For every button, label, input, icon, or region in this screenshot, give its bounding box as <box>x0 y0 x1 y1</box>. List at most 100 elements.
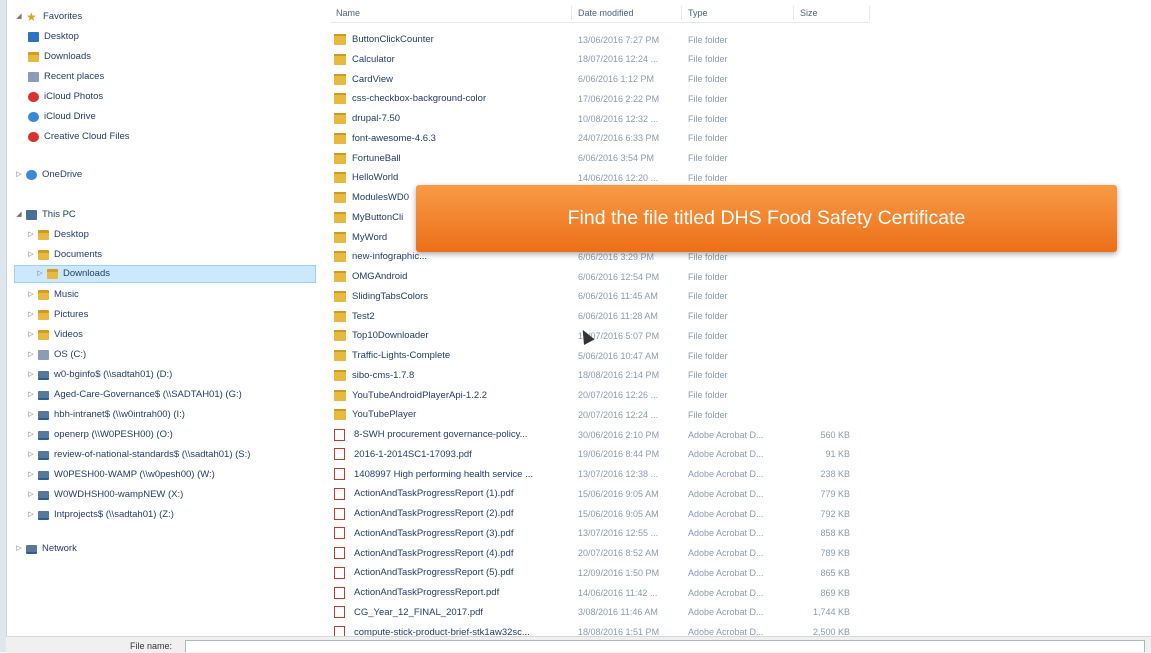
expand-arrow-icon[interactable]: ▷ <box>26 406 36 424</box>
file-row[interactable]: sibo-cms-1.7.8 18/08/2016 2:14 PM File fol… <box>330 366 870 385</box>
nav-pc-documents[interactable]: ▷ Documents <box>26 246 102 264</box>
expand-arrow-icon[interactable]: ▷ <box>26 466 36 484</box>
expand-arrow-icon[interactable]: ▷ <box>26 326 36 344</box>
file-name-cell: font-awesome-4.6.3 <box>334 132 572 144</box>
file-row[interactable]: ActionAndTaskProgressReport (2).pdf 15/06… <box>330 504 870 523</box>
nav-pc-drive-o[interactable]: ▷ openerp (\\W0PESH00) (O:) <box>26 426 173 444</box>
nav-pc-desktop[interactable]: ▷ Desktop <box>26 226 89 244</box>
expand-arrow-icon[interactable]: ◢ <box>14 8 24 26</box>
nav-pc-drive-s[interactable]: ▷ review-of-national-standards$ (\\sadtah… <box>26 446 250 464</box>
nav-fav-desktop[interactable]: Desktop <box>26 28 79 46</box>
file-name-text: Test2 <box>352 310 375 322</box>
nav-pc-drive-i[interactable]: ▷ hbh-intranet$ (\\w0intrah00) (I:) <box>26 406 185 424</box>
nav-pc-drive-w[interactable]: ▷ W0PESH00-WAMP (\\w0pesh00) (W:) <box>26 466 215 484</box>
nav-label: Pictures <box>54 309 89 320</box>
nav-pc-downloads[interactable]: ▷ Downloads <box>14 265 316 283</box>
file-name-text: YouTubeAndroidPlayerApi-1.2.2 <box>352 389 488 401</box>
expand-arrow-icon[interactable]: ▷ <box>26 486 36 504</box>
file-row[interactable]: OMGAndroid 6/06/2016 12:54 PM File folder <box>330 267 870 286</box>
file-row[interactable]: 1408997 High performing health service .… <box>330 465 870 484</box>
file-row[interactable]: FortuneBall 6/06/2016 3:54 PM File folder <box>330 149 870 168</box>
network-drive-icon <box>38 470 49 480</box>
column-header-name[interactable]: Name <box>330 6 572 20</box>
file-row[interactable]: ActionAndTaskProgressReport (5).pdf 12/09… <box>330 563 870 582</box>
expand-arrow-icon[interactable]: ▷ <box>26 286 36 304</box>
file-row[interactable]: ButtonClickCounter 13/06/2016 7:27 PM File… <box>330 30 870 49</box>
nav-pc-drive-g[interactable]: ▷ Aged-Care-Governance$ (\\SADTAH01) (G:) <box>26 386 241 404</box>
file-row[interactable]: ActionAndTaskProgressReport (4).pdf 20/07… <box>330 544 870 563</box>
column-header-size[interactable]: Size <box>794 6 870 20</box>
expand-arrow-icon[interactable]: ▷ <box>26 366 36 384</box>
column-header-type[interactable]: Type <box>682 6 794 20</box>
expand-arrow-icon[interactable]: ▷ <box>26 446 36 464</box>
file-row[interactable]: Calculator 18/07/2016 12:24 ... File folde… <box>330 50 870 69</box>
file-name-label: File name: <box>130 641 173 651</box>
nav-network[interactable]: ▷ Network <box>14 540 77 558</box>
nav-fav-creative-cloud[interactable]: Creative Cloud Files <box>26 128 130 146</box>
expand-arrow-icon[interactable]: ▷ <box>26 226 36 244</box>
nav-pc-pictures[interactable]: ▷ Pictures <box>26 306 88 324</box>
file-date-cell: 14/06/2016 12:20 ... <box>578 172 659 183</box>
nav-favorites[interactable]: ◢ ★ Favorites <box>14 8 82 26</box>
file-row[interactable]: 2016-1-2014SC1-17093.pdf 19/06/2016 8:44 … <box>330 445 870 464</box>
file-row[interactable]: Traffic-Lights-Complete 5/06/2016 10:47 A… <box>330 346 870 365</box>
file-type-cell: File folder <box>688 251 728 262</box>
expand-arrow-icon[interactable]: ▷ <box>14 540 24 558</box>
pdf-file-icon <box>334 586 345 599</box>
file-name-cell: ButtonClickCounter <box>334 34 572 45</box>
file-row[interactable]: CardView 6/06/2016 1:12 PM File folder <box>330 70 870 89</box>
file-type-cell: File folder <box>688 370 728 381</box>
expand-arrow-icon[interactable]: ◢ <box>14 206 24 224</box>
nav-pc-drive-c[interactable]: ▷ OS (C:) <box>26 346 86 364</box>
file-name-cell: YouTubeAndroidPlayerApi-1.2.2 <box>334 389 572 401</box>
column-header-date[interactable]: Date modified <box>572 6 682 20</box>
file-row[interactable]: YouTubePlayer 20/07/2016 12:24 ... File fo… <box>330 405 870 424</box>
file-date-cell: 10/08/2016 12:32 ... <box>578 113 659 124</box>
file-name-input[interactable] <box>185 640 1145 652</box>
nav-label: Downloads <box>63 268 110 279</box>
file-row[interactable]: Top10Downloader 16/07/2016 5:07 PM File fo… <box>330 326 870 345</box>
expand-arrow-icon[interactable]: ▷ <box>26 386 36 404</box>
file-row[interactable]: font-awesome-4.6.3 24/07/2016 6:33 PM File… <box>330 129 870 148</box>
nav-label: Videos <box>54 329 83 340</box>
file-row[interactable]: CG_Year_12_FINAL_2017.pdf 3/08/2016 11:46… <box>330 603 870 622</box>
nav-pc-videos[interactable]: ▷ Videos <box>26 326 83 344</box>
nav-pc-drive-d[interactable]: ▷ w0-bginfo$ (\\sadtah01) (D:) <box>26 366 172 384</box>
nav-pc-music[interactable]: ▷ Music <box>26 286 79 304</box>
folder-icon <box>334 73 346 85</box>
folder-icon <box>334 93 346 105</box>
file-type-cell: Adobe Acrobat D... <box>688 607 764 618</box>
file-row[interactable]: css-checkbox-background-color 17/06/2016 … <box>330 89 870 108</box>
nav-fav-icloud-drive[interactable]: iCloud Drive <box>26 108 96 126</box>
nav-onedrive[interactable]: ▷ OneDrive <box>14 166 82 184</box>
file-row[interactable]: 8-SWH procurement governance-policy... 30… <box>330 425 870 444</box>
expand-arrow-icon[interactable]: ▷ <box>14 166 24 184</box>
file-row[interactable]: Test2 6/06/2016 11:28 AM File folder <box>330 307 870 326</box>
nav-pc-drive-z[interactable]: ▷ Intprojects$ (\\sadtah01) (Z:) <box>26 506 174 524</box>
nav-pc-drive-x[interactable]: ▷ W0WDHSH00-wampNEW (X:) <box>26 486 183 504</box>
folder-icon <box>334 152 346 164</box>
file-name-cell: Calculator <box>334 53 572 65</box>
nav-this-pc[interactable]: ◢ This PC <box>14 206 76 224</box>
nav-fav-recent[interactable]: Recent places <box>26 68 104 86</box>
file-date-cell: 6/06/2016 11:28 AM <box>578 311 658 321</box>
nav-label: iCloud Photos <box>44 91 104 102</box>
nav-fav-downloads[interactable]: Downloads <box>26 48 91 66</box>
expand-arrow-icon[interactable]: ▷ <box>26 246 36 264</box>
nav-label: Desktop <box>44 31 79 42</box>
expand-arrow-icon[interactable]: ▷ <box>26 306 36 324</box>
expand-arrow-icon[interactable]: ▷ <box>26 426 36 444</box>
file-type-cell: File folder <box>688 409 728 420</box>
expand-arrow-icon[interactable]: ▷ <box>35 265 45 283</box>
file-row[interactable]: SlidingTabsColors 6/06/2016 11:45 AM File … <box>330 287 870 306</box>
expand-arrow-icon[interactable]: ▷ <box>26 346 36 364</box>
file-row[interactable]: YouTubeAndroidPlayerApi-1.2.2 20/07/2016 … <box>330 386 870 405</box>
file-row[interactable]: ActionAndTaskProgressReport.pdf 14/06/201… <box>330 583 870 602</box>
network-drive-icon <box>38 370 49 380</box>
file-row[interactable]: ActionAndTaskProgressReport (3).pdf 13/07… <box>330 524 870 543</box>
file-row[interactable]: ActionAndTaskProgressReport (1).pdf 15/06… <box>330 484 870 503</box>
nav-fav-icloud-photos[interactable]: iCloud Photos <box>26 88 103 106</box>
expand-arrow-icon[interactable]: ▷ <box>26 506 36 524</box>
file-date-cell: 6/06/2016 12:54 PM <box>578 271 660 282</box>
file-row[interactable]: drupal-7.50 10/08/2016 12:32 ... File fold… <box>330 109 870 128</box>
